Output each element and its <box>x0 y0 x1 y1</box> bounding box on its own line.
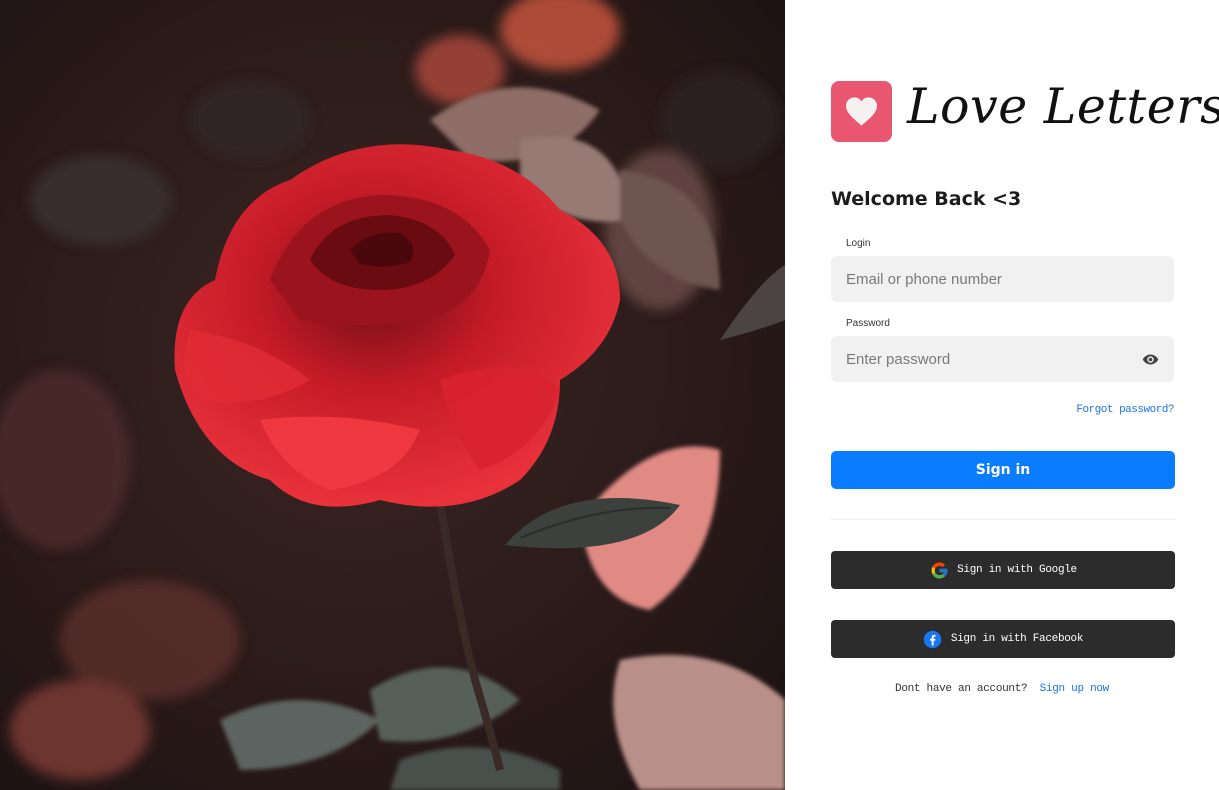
brand-name: Love Letters <box>907 78 1219 135</box>
rose-illustration <box>0 0 785 790</box>
password-field <box>831 336 1174 382</box>
forgot-password-link[interactable]: Forgot password? <box>1076 404 1174 416</box>
login-panel: Love Letters Welcome Back <3 Login Passw… <box>785 0 1219 790</box>
heart-icon <box>846 97 877 126</box>
no-account-text: Dont have an account? <box>895 683 1028 695</box>
facebook-sign-in-label: Sign in with Facebook <box>950 633 1084 645</box>
login-label: Login <box>846 238 871 249</box>
password-input[interactable] <box>831 336 1174 382</box>
google-sign-in-label: Sign in with Google <box>957 564 1077 576</box>
eye-icon[interactable] <box>1142 351 1159 373</box>
logo-badge <box>831 81 892 142</box>
google-sign-in-button[interactable]: Sign in with Google <box>831 551 1175 589</box>
page-title: Welcome Back <3 <box>831 188 1022 210</box>
login-input[interactable] <box>831 256 1174 302</box>
facebook-icon <box>923 629 943 649</box>
sign-up-link[interactable]: Sign up now <box>1040 683 1110 695</box>
signup-prompt: Dont have an account? Sign up now <box>785 683 1219 695</box>
facebook-sign-in-button[interactable]: Sign in with Facebook <box>831 620 1175 658</box>
sign-in-button[interactable]: Sign in <box>831 451 1175 489</box>
password-label: Password <box>846 318 890 329</box>
divider <box>831 519 1175 520</box>
login-field <box>831 256 1174 302</box>
google-icon <box>929 560 949 580</box>
hero-photo <box>0 0 785 790</box>
